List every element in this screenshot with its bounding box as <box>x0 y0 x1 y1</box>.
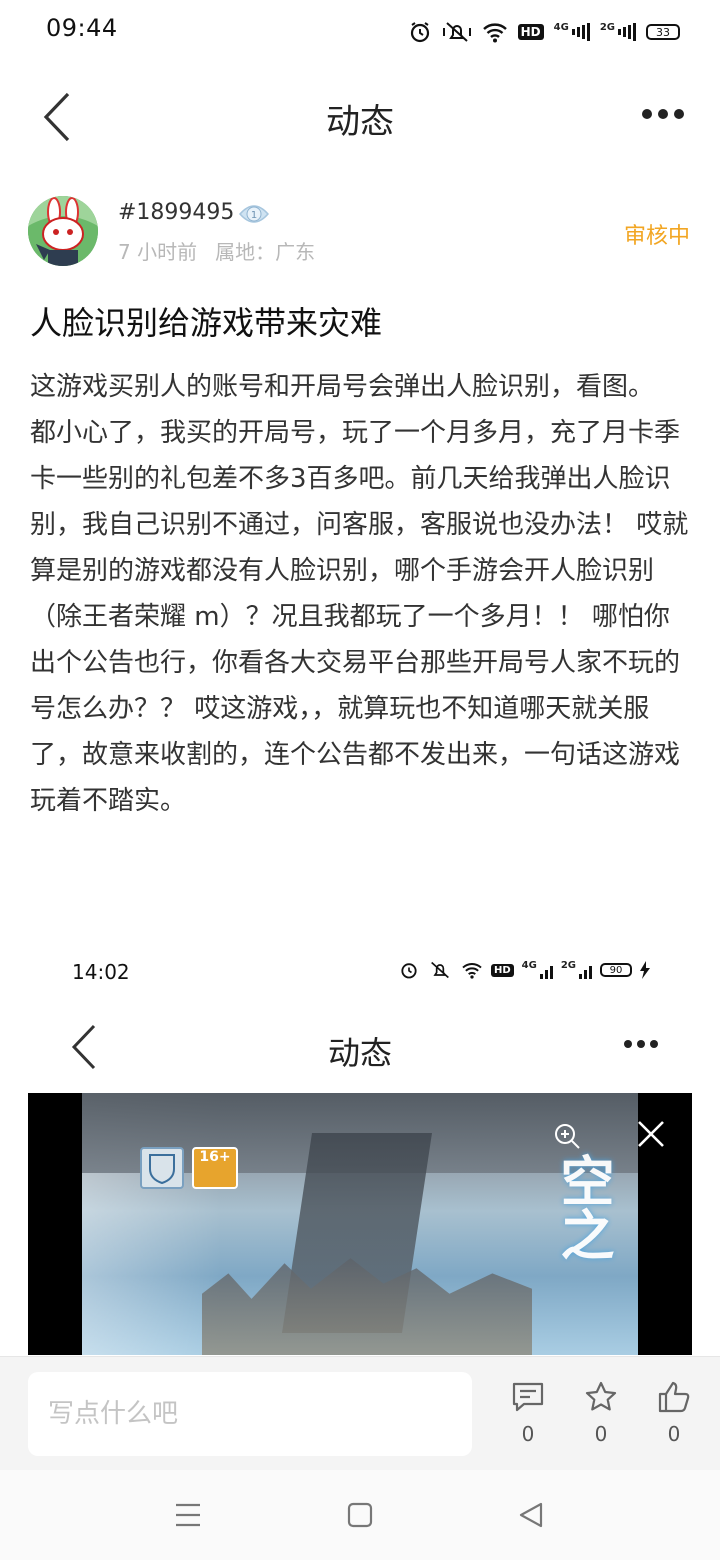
signal-4g-icon: 4G <box>522 961 553 979</box>
post-title: 人脸识别给游戏带来灾难 <box>30 304 383 342</box>
comment-input[interactable] <box>28 1372 472 1456</box>
alarm-icon <box>401 963 417 979</box>
like-button[interactable]: 0 <box>644 1380 704 1450</box>
battery-icon: 33 <box>646 24 680 40</box>
author-name[interactable]: #1899495 <box>118 200 234 225</box>
mute-icon <box>431 961 449 979</box>
battery-icon: 90 <box>600 963 632 977</box>
menu-icon <box>176 1503 200 1527</box>
comment-button[interactable]: 0 <box>498 1380 558 1450</box>
signal-2g-icon: 2G <box>600 23 636 41</box>
charging-icon <box>640 961 650 979</box>
signal-4g-icon: 4G <box>554 23 590 41</box>
more-dot-icon <box>642 109 652 119</box>
recent-apps-button[interactable] <box>174 1502 202 1528</box>
embedded-more-icon <box>624 1040 664 1048</box>
mute-icon <box>442 20 472 44</box>
level-badge: 1 <box>238 202 270 226</box>
alarm-icon <box>408 20 432 44</box>
more-dot-icon <box>658 109 668 119</box>
embedded-status-time: 14:02 <box>72 960 130 984</box>
cadpa-badge <box>140 1147 184 1189</box>
wifi-icon <box>482 21 508 43</box>
system-back-button[interactable] <box>518 1501 544 1529</box>
square-icon <box>347 1502 373 1528</box>
post-location: 属地：广东 <box>215 240 316 264</box>
star-icon <box>585 1381 617 1411</box>
thumbs-up-icon <box>658 1381 690 1413</box>
rating-shield-icon <box>149 1154 175 1185</box>
favorite-count: 0 <box>594 1422 608 1446</box>
more-button[interactable] <box>642 104 688 124</box>
age-rating-badge: 16+ <box>192 1147 238 1189</box>
close-icon[interactable] <box>634 1117 668 1151</box>
status-icons: HD 4G 2G 33 <box>408 14 680 50</box>
hd-icon: HD <box>490 963 514 977</box>
more-dot-icon <box>674 109 684 119</box>
post-body: 这游戏买别人的账号和开局号会弹出人脸识别，看图。 都小心了，我买的开局号，玩了一… <box>30 372 689 816</box>
embedded-status-icons: HD 4G 2G 90 <box>399 960 650 980</box>
like-count: 0 <box>667 1422 681 1446</box>
favorite-button[interactable]: 0 <box>571 1380 631 1450</box>
wifi-icon <box>462 963 482 979</box>
rabbit-avatar-icon <box>28 196 98 266</box>
triangle-back-icon <box>519 1502 543 1528</box>
home-button[interactable] <box>347 1502 373 1528</box>
status-time: 09:44 <box>46 14 118 42</box>
post-time: 7 小时前 <box>118 240 198 264</box>
comment-icon <box>512 1382 544 1412</box>
zoom-in-icon[interactable] <box>552 1121 582 1151</box>
signal-2g-icon: 2G <box>561 961 592 979</box>
avatar[interactable] <box>28 196 98 266</box>
comment-count: 0 <box>521 1422 535 1446</box>
review-status: 审核中 <box>623 224 690 249</box>
post-meta: 7 小时前 属地：广东 <box>118 236 333 265</box>
hd-icon: HD <box>517 24 544 40</box>
image-viewer[interactable]: 空之 16+ <box>28 1093 692 1355</box>
level-number: 1 <box>251 210 257 221</box>
game-logo: 空之 <box>551 1153 614 1261</box>
embedded-title: 动态 <box>327 1034 392 1072</box>
page-title: 动态 <box>326 102 394 142</box>
